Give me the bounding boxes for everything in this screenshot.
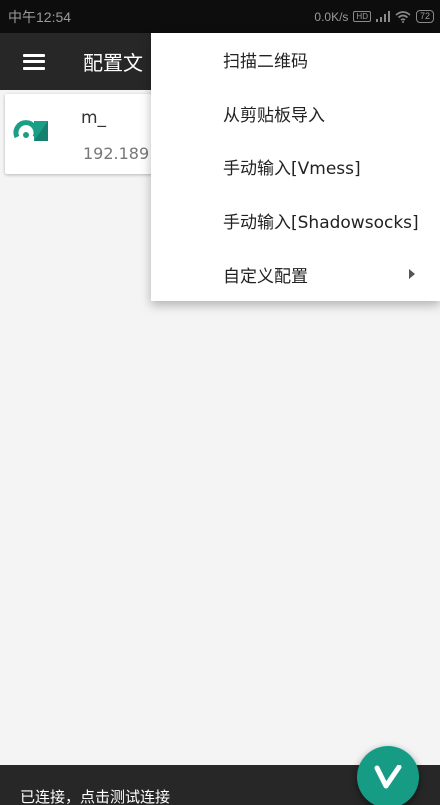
popup-menu: 扫描二维码 从剪贴板导入 手动输入[Vmess] 手动输入[Shadowsock… [151,33,440,301]
hd-badge: HD [353,11,371,22]
menu-item-scan-qr[interactable]: 扫描二维码 [151,33,440,87]
network-speed: 0.0K/s [314,9,349,24]
menu-item-label: 手动输入[Shadowsocks] [223,213,419,234]
status-bar: 中午12:54 0.0K/s HD 72 [0,0,440,33]
status-time: 中午12:54 [8,8,72,25]
page-title: 配置文 [83,51,143,75]
status-icons: 0.0K/s HD 72 [314,10,434,24]
menu-item-custom-config[interactable]: 自定义配置 [151,247,440,301]
menu-item-manual-vmess[interactable]: 手动输入[Vmess] [151,140,440,194]
submenu-arrow-icon [409,269,415,280]
connection-status-text: 已连接，点击测试连接 [20,788,171,805]
server-card[interactable]: m_ 192.189 [5,94,165,174]
battery-indicator: 72 [415,10,434,23]
signal-icon [375,11,390,22]
connect-toggle-button[interactable] [357,746,419,805]
server-address: 192.189 [83,144,150,163]
hamburger-menu-icon[interactable] [23,53,45,70]
menu-item-label: 手动输入[Vmess] [223,159,361,180]
menu-item-label: 从剪贴板导入 [223,105,325,126]
menu-item-import-clipboard[interactable]: 从剪贴板导入 [151,87,440,141]
v-logo-icon [374,765,402,789]
menu-item-label: 扫描二维码 [223,52,308,73]
server-name: m_ [81,108,107,128]
menu-item-label: 自定义配置 [223,266,308,287]
menu-item-manual-shadowsocks[interactable]: 手动输入[Shadowsocks] [151,194,440,248]
wifi-icon [395,10,411,23]
v2ray-server-icon [13,120,48,141]
